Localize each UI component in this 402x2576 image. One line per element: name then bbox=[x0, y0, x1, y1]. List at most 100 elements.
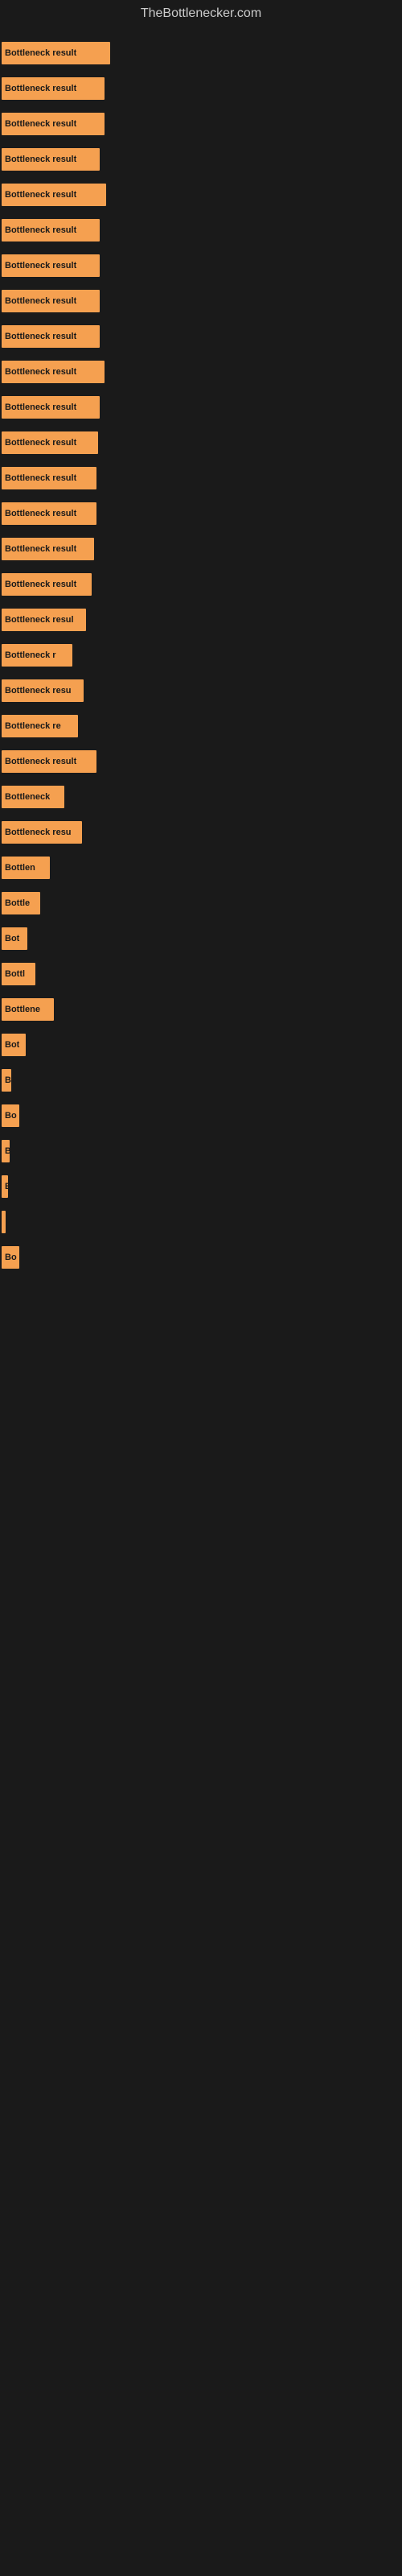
bar: Bottleneck result bbox=[2, 396, 100, 419]
bar-row bbox=[0, 1204, 402, 1240]
bar-row: Bottleneck resul bbox=[0, 602, 402, 638]
bar-label: Bo bbox=[5, 1111, 17, 1121]
bar-row: Bottleneck result bbox=[0, 213, 402, 248]
bar-label: Bottleneck bbox=[5, 792, 50, 802]
bar-label: Bottleneck re bbox=[5, 721, 61, 731]
bar-row: Bottleneck result bbox=[0, 35, 402, 71]
bar: Bottleneck result bbox=[2, 77, 105, 100]
bar-label: Bottleneck resul bbox=[5, 615, 74, 625]
bar-label: Bottleneck resu bbox=[5, 686, 72, 696]
bar: Bottleneck result bbox=[2, 254, 100, 277]
bar: Bottleneck result bbox=[2, 538, 94, 560]
bar: Bottleneck result bbox=[2, 325, 100, 348]
bar: Bottleneck resul bbox=[2, 609, 86, 631]
bar-row: Bottleneck bbox=[0, 779, 402, 815]
bar: Bottleneck result bbox=[2, 573, 92, 596]
bar-row: Bo bbox=[0, 1240, 402, 1275]
bar-row: Bottleneck result bbox=[0, 567, 402, 602]
bar-row: Bottlen bbox=[0, 850, 402, 886]
bar-row: Bottleneck result bbox=[0, 744, 402, 779]
bar: Bottleneck result bbox=[2, 219, 100, 242]
bar-label: Bottlene bbox=[5, 1005, 40, 1014]
bar-label: Bottleneck result bbox=[5, 473, 76, 483]
bar-row: Bottleneck result bbox=[0, 283, 402, 319]
bar-row: B bbox=[0, 1169, 402, 1204]
bar-label: Bottleneck result bbox=[5, 84, 76, 93]
bar-label: Bottlen bbox=[5, 863, 35, 873]
bar-label: Bottleneck result bbox=[5, 438, 76, 448]
bar-label: Bottl bbox=[5, 969, 25, 979]
bar: Bot bbox=[2, 1034, 26, 1056]
bar: Bottlene bbox=[2, 998, 54, 1021]
bar-label: Bot bbox=[5, 934, 19, 943]
bar-row: Bottleneck re bbox=[0, 708, 402, 744]
bar: Bottleneck result bbox=[2, 148, 100, 171]
bar: Bottlen bbox=[2, 857, 50, 879]
bar-row: Bottleneck result bbox=[0, 390, 402, 425]
bar: B bbox=[2, 1140, 10, 1162]
bar-row: Bottlene bbox=[0, 992, 402, 1027]
bar-row: Bottleneck result bbox=[0, 460, 402, 496]
bar: Bottleneck result bbox=[2, 290, 100, 312]
bar-row: Bottle bbox=[0, 886, 402, 921]
bar-label: Bottleneck result bbox=[5, 48, 76, 58]
bar: B bbox=[2, 1069, 11, 1092]
bar-row: Bottl bbox=[0, 956, 402, 992]
bar: Bottleneck result bbox=[2, 113, 105, 135]
bar-label: Bottleneck result bbox=[5, 261, 76, 270]
bar-row: Bottleneck resu bbox=[0, 815, 402, 850]
bar: Bottleneck result bbox=[2, 361, 105, 383]
bar-label: Bot bbox=[5, 1040, 19, 1050]
bars-container: Bottleneck result Bottleneck result Bottle… bbox=[0, 27, 402, 1283]
bar-label: Bottleneck result bbox=[5, 544, 76, 554]
bar: Bottleneck result bbox=[2, 431, 98, 454]
bar-label: B bbox=[5, 1146, 10, 1156]
bar-row: Bottleneck result bbox=[0, 354, 402, 390]
bar-label: Bottleneck result bbox=[5, 367, 76, 377]
bar-label: Bottleneck result bbox=[5, 225, 76, 235]
bar: Bottleneck bbox=[2, 786, 64, 808]
bar-label: Bottleneck result bbox=[5, 190, 76, 200]
bar-label: Bottleneck result bbox=[5, 296, 76, 306]
bar-row: Bottleneck result bbox=[0, 106, 402, 142]
bar-row: Bottleneck r bbox=[0, 638, 402, 673]
bar-row: Bottleneck result bbox=[0, 71, 402, 106]
bar-row: Bottleneck result bbox=[0, 142, 402, 177]
bar: Bo bbox=[2, 1104, 19, 1127]
bar-label: Bottleneck result bbox=[5, 332, 76, 341]
bar: Bottl bbox=[2, 963, 35, 985]
bar: Bottle bbox=[2, 892, 40, 914]
bar-label: Bottleneck resu bbox=[5, 828, 72, 837]
bar-row: B bbox=[0, 1133, 402, 1169]
bar-label: Bottleneck result bbox=[5, 155, 76, 164]
bar-label: Bottleneck r bbox=[5, 650, 56, 660]
bar-row: Bo bbox=[0, 1098, 402, 1133]
bar-label: Bottleneck result bbox=[5, 757, 76, 766]
bar-label: Bottleneck result bbox=[5, 119, 76, 129]
bar: Bottleneck resu bbox=[2, 679, 84, 702]
bar: Bottleneck resu bbox=[2, 821, 82, 844]
bar-label: Bo bbox=[5, 1253, 17, 1262]
bar-label: B bbox=[5, 1075, 11, 1085]
bar: Bottleneck result bbox=[2, 750, 96, 773]
bar-label: Bottleneck result bbox=[5, 402, 76, 412]
bar: Bottleneck result bbox=[2, 42, 110, 64]
bar: Bottleneck result bbox=[2, 467, 96, 489]
bar: B bbox=[2, 1175, 8, 1198]
bar-label: Bottleneck result bbox=[5, 580, 76, 589]
bar: Bottleneck result bbox=[2, 184, 106, 206]
bar-row: Bottleneck result bbox=[0, 248, 402, 283]
bar-label: B bbox=[5, 1182, 8, 1191]
bar-row: Bottleneck result bbox=[0, 177, 402, 213]
bar-row: Bottleneck result bbox=[0, 319, 402, 354]
bar: Bo bbox=[2, 1246, 19, 1269]
bar-row: B bbox=[0, 1063, 402, 1098]
bar: Bottleneck r bbox=[2, 644, 72, 667]
bar: Bottleneck re bbox=[2, 715, 78, 737]
bar: Bottleneck result bbox=[2, 502, 96, 525]
bar-row: Bottleneck resu bbox=[0, 673, 402, 708]
bar-label: Bottleneck result bbox=[5, 509, 76, 518]
bar-row: Bottleneck result bbox=[0, 531, 402, 567]
bar-row: Bot bbox=[0, 921, 402, 956]
bar-row: Bottleneck result bbox=[0, 425, 402, 460]
